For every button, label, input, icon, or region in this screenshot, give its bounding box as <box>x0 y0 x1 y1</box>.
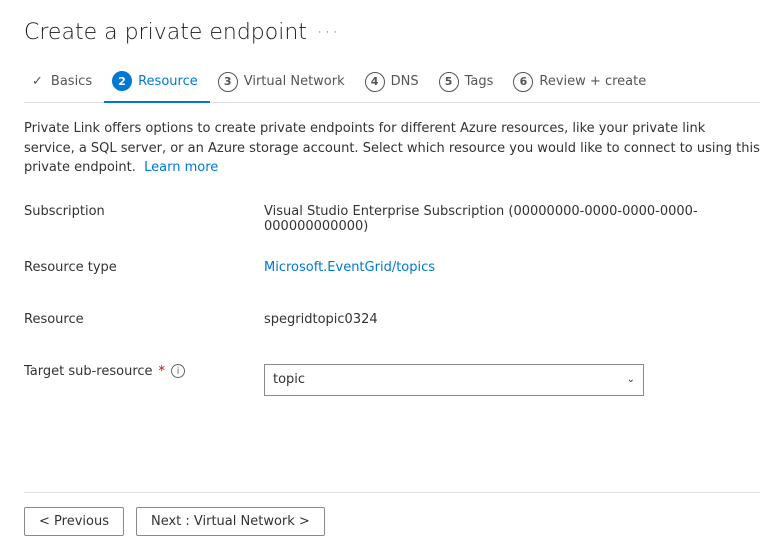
resource-value: spegridtopic0324 <box>264 306 760 327</box>
chevron-down-icon: ⌄ <box>627 374 635 385</box>
resource-label: Resource <box>24 306 264 327</box>
subscription-row: Subscription Visual Studio Enterprise Su… <box>24 198 760 234</box>
page-title: Create a private endpoint <box>24 20 307 45</box>
step-tags-label: Tags <box>465 74 494 89</box>
step-vnet-number: 3 <box>218 72 238 92</box>
step-review-number: 6 <box>513 72 533 92</box>
description-text: Private Link offers options to create pr… <box>24 119 760 178</box>
step-resource-label: Resource <box>138 74 198 89</box>
step-dns[interactable]: 4 DNS <box>357 64 431 102</box>
step-tags-number: 5 <box>439 72 459 92</box>
resource-row: Resource spegridtopic0324 <box>24 306 760 338</box>
subscription-value: Visual Studio Enterprise Subscription (0… <box>264 198 760 234</box>
page-title-ellipsis[interactable]: ··· <box>317 22 340 43</box>
step-dns-label: DNS <box>391 74 419 89</box>
previous-button[interactable]: < Previous <box>24 507 124 536</box>
step-basics-label: Basics <box>51 74 92 89</box>
step-resource-number: 2 <box>112 71 132 91</box>
footer: < Previous Next : Virtual Network > <box>24 492 760 550</box>
step-basics[interactable]: ✓ Basics <box>24 66 104 99</box>
info-icon[interactable]: i <box>171 364 185 378</box>
dropdown-selected-value: topic <box>273 372 305 387</box>
target-sub-resource-control: topic ⌄ <box>264 358 760 396</box>
step-vnet-label: Virtual Network <box>244 74 345 89</box>
target-sub-resource-label: Target sub-resource * i <box>24 358 264 379</box>
resource-type-row: Resource type Microsoft.EventGrid/topics <box>24 254 760 286</box>
subscription-label: Subscription <box>24 198 264 219</box>
step-resource[interactable]: 2 Resource <box>104 63 210 103</box>
content-area: Private Link offers options to create pr… <box>24 119 760 492</box>
target-sub-resource-row: Target sub-resource * i topic ⌄ <box>24 358 760 396</box>
required-indicator: * <box>159 364 166 379</box>
step-tags[interactable]: 5 Tags <box>431 64 506 102</box>
step-dns-number: 4 <box>365 72 385 92</box>
wizard-steps: ✓ Basics 2 Resource 3 Virtual Network 4 … <box>24 63 760 103</box>
next-button[interactable]: Next : Virtual Network > <box>136 507 325 536</box>
page-container: Create a private endpoint ··· ✓ Basics 2… <box>0 0 784 550</box>
resource-type-value: Microsoft.EventGrid/topics <box>264 254 760 275</box>
step-review-label: Review + create <box>539 74 646 89</box>
resource-type-label: Resource type <box>24 254 264 275</box>
dropdown-control[interactable]: topic ⌄ <box>264 364 644 396</box>
step-basics-check: ✓ <box>32 74 43 89</box>
target-sub-resource-dropdown[interactable]: topic ⌄ <box>264 364 644 396</box>
step-review-create[interactable]: 6 Review + create <box>505 64 658 102</box>
step-virtual-network[interactable]: 3 Virtual Network <box>210 64 357 102</box>
learn-more-link[interactable]: Learn more <box>144 160 218 175</box>
page-title-area: Create a private endpoint ··· <box>24 20 760 45</box>
